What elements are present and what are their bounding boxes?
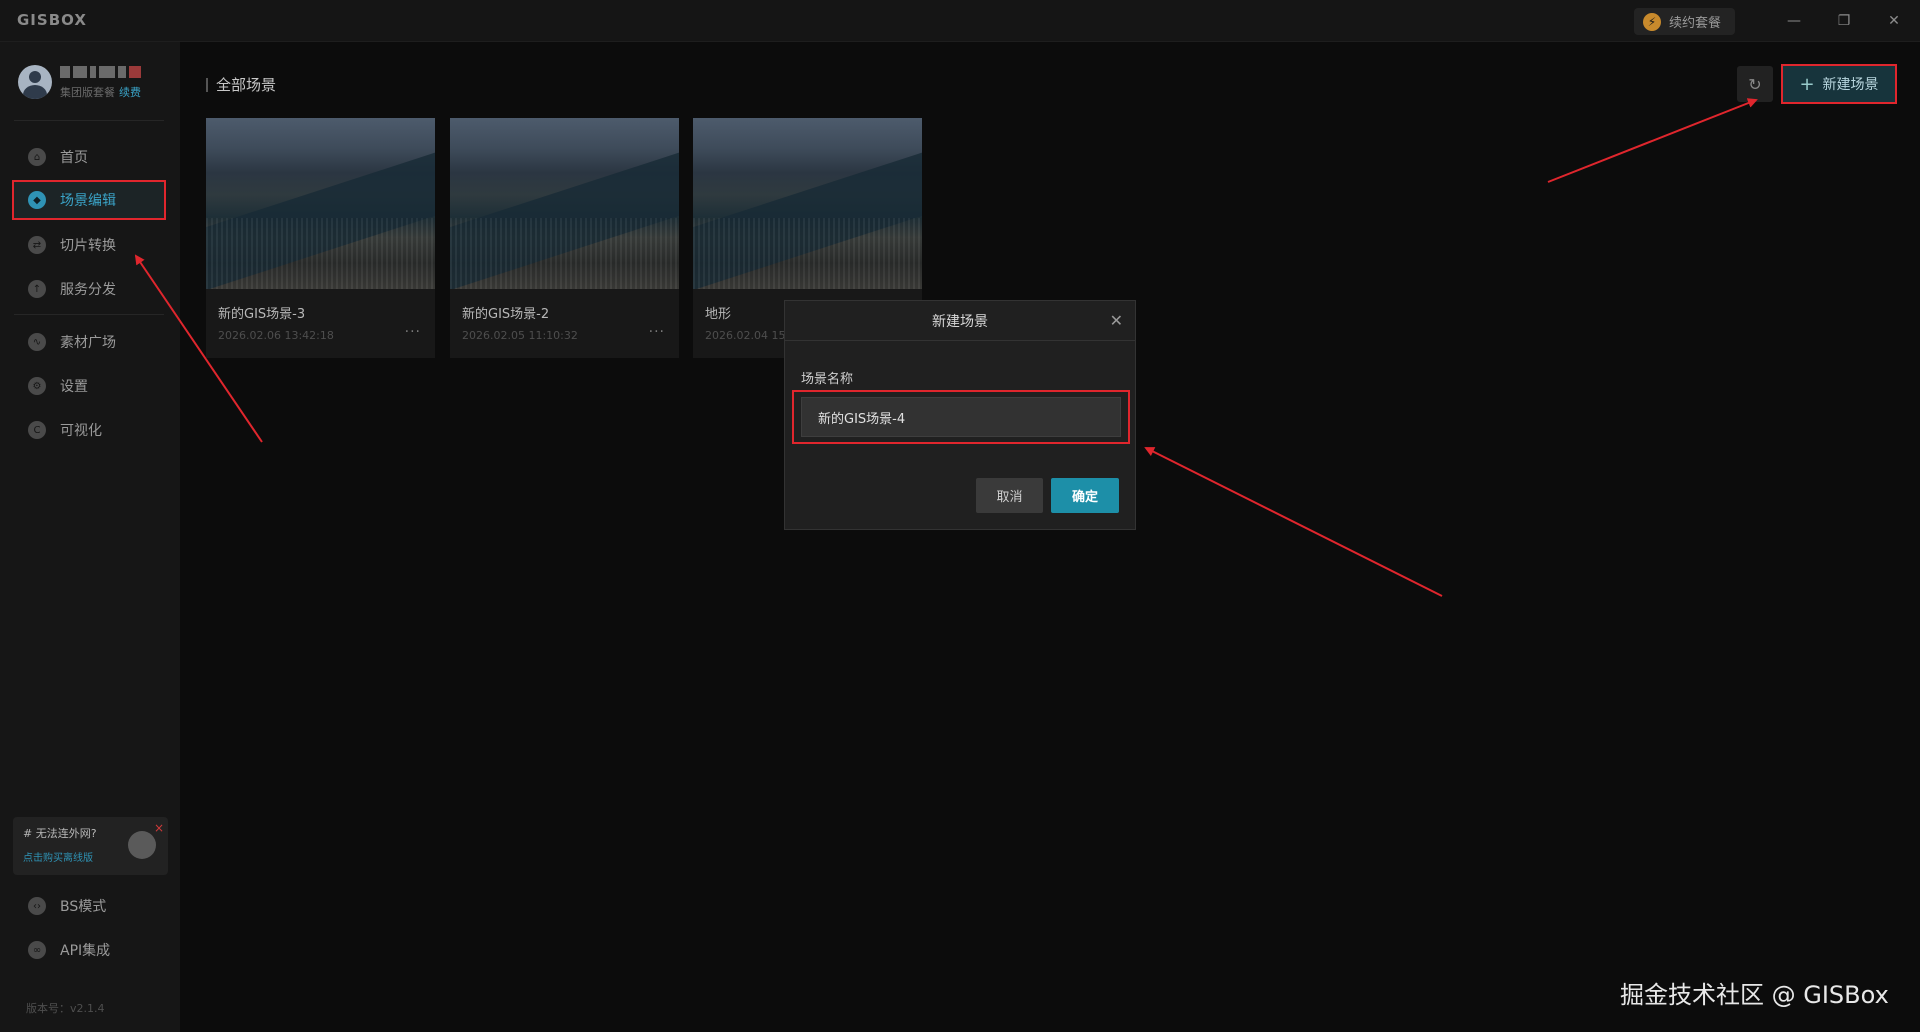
new-scene-button[interactable]: + 新建场景 — [1781, 64, 1897, 104]
version-label: 版本号：v2.1.4 — [26, 1002, 105, 1015]
sidebar-item-label: 设置 — [60, 379, 88, 395]
breadcrumb: 全部场景 — [206, 74, 276, 95]
sidebar-item-label: 场景编辑 — [60, 193, 116, 209]
renew-plan-label: 续约套餐 — [1669, 16, 1722, 31]
sidebar-item-visualization[interactable]: C 可视化 — [12, 410, 166, 450]
offline-promo[interactable]: # 无法连外网? 点击购买离线版 — [13, 817, 168, 875]
cube-icon: ◆ — [28, 191, 46, 209]
sidebar-item-service-publish[interactable]: ↑ 服务分发 — [12, 269, 166, 309]
convert-icon: ⇄ — [28, 236, 46, 254]
scene-name: 新的GIS场景-3 — [218, 307, 306, 322]
sidebar-item-label: API集成 — [60, 943, 111, 959]
scene-card[interactable]: 新的GIS场景-3 2026.02.06 13:42:18 ··· — [206, 118, 435, 358]
sidebar: 集团版套餐 续费 ⌂ 首页 ◆ 场景编辑 ⇄ 切片转换 ↑ 服务分发 ∿ 素材广场… — [0, 42, 180, 1032]
renew-plan-button[interactable]: ⚡ 续约套餐 — [1634, 8, 1735, 35]
avatar — [18, 65, 52, 99]
scene-card[interactable]: 新的GIS场景-2 2026.02.05 11:10:32 ··· — [450, 118, 679, 358]
app-logo: GISBOX — [17, 11, 87, 29]
sidebar-item-label: 首页 — [60, 150, 88, 166]
close-window-button[interactable]: ✕ — [1883, 10, 1905, 32]
renew-link[interactable]: 续费 — [119, 86, 141, 99]
watermark: 掘金技术社区 @ GISBox — [1620, 981, 1889, 1009]
dialog-header: 新建场景 ✕ — [785, 301, 1135, 341]
dialog-title: 新建场景 — [932, 313, 988, 330]
sidebar-item-label: BS模式 — [60, 899, 107, 915]
main-content: 全部场景 ↻ + 新建场景 新的GIS场景-3 2026.02.06 13:42… — [180, 42, 1920, 1032]
close-icon[interactable]: ✕ — [1110, 311, 1123, 330]
sidebar-item-bs-mode[interactable]: ‹› BS模式 — [12, 886, 166, 926]
user-profile[interactable]: 集团版套餐 续费 — [18, 62, 168, 106]
divider — [14, 120, 164, 121]
refresh-icon: ↻ — [1748, 74, 1762, 94]
scene-date: 2026.02.06 13:42:18 — [218, 329, 334, 342]
divider — [14, 314, 164, 315]
sidebar-item-label: 切片转换 — [60, 238, 116, 254]
plan-label: 集团版套餐 — [60, 86, 115, 99]
sidebar-item-home[interactable]: ⌂ 首页 — [12, 137, 166, 177]
cancel-button[interactable]: 取消 — [976, 478, 1043, 513]
sidebar-item-scene-edit[interactable]: ◆ 场景编辑 — [12, 180, 166, 220]
scene-name-label: 场景名称 — [801, 372, 854, 387]
new-scene-label: 新建场景 — [1822, 77, 1879, 93]
scene-thumbnail — [693, 118, 922, 289]
plan-info: 集团版套餐 续费 — [60, 84, 141, 100]
username-redacted — [60, 64, 160, 80]
scene-name-field-highlight — [792, 390, 1130, 444]
sidebar-item-assets[interactable]: ∿ 素材广场 — [12, 322, 166, 362]
gear-icon: ⚙ — [28, 377, 46, 395]
lightning-icon: ⚡ — [1643, 12, 1661, 31]
scene-name: 新的GIS场景-2 — [462, 307, 550, 322]
more-options-icon[interactable]: ··· — [649, 324, 665, 340]
visual-icon: C — [28, 421, 46, 439]
home-icon: ⌂ — [28, 148, 46, 166]
satellite-dish-icon — [128, 821, 164, 859]
scene-date: 2026.02.04 15: — [705, 329, 790, 342]
sidebar-item-tile-convert[interactable]: ⇄ 切片转换 — [12, 225, 166, 265]
scene-thumbnail — [450, 118, 679, 289]
page-title: 全部场景 — [216, 76, 277, 94]
restore-button[interactable]: ❐ — [1833, 10, 1855, 32]
title-bar: GISBOX ⚡ 续约套餐 — ❐ ✕ — [0, 0, 1920, 42]
link-icon: ∞ — [28, 941, 46, 959]
confirm-button[interactable]: 确定 — [1051, 478, 1119, 513]
scene-name-input[interactable] — [801, 397, 1121, 437]
sidebar-item-label: 可视化 — [60, 423, 102, 439]
scene-thumbnail — [206, 118, 435, 289]
scene-date: 2026.02.05 11:10:32 — [462, 329, 578, 342]
sidebar-item-api[interactable]: ∞ API集成 — [12, 930, 166, 970]
sidebar-item-settings[interactable]: ⚙ 设置 — [12, 366, 166, 406]
chart-icon: ∿ — [28, 333, 46, 351]
sidebar-item-label: 素材广场 — [60, 335, 116, 351]
more-options-icon[interactable]: ··· — [405, 324, 421, 340]
scene-name: 地形 — [705, 307, 732, 322]
code-icon: ‹› — [28, 897, 46, 915]
upload-icon: ↑ — [28, 280, 46, 298]
minimize-button[interactable]: — — [1783, 10, 1805, 32]
refresh-button[interactable]: ↻ — [1737, 66, 1773, 102]
sidebar-item-label: 服务分发 — [60, 282, 116, 298]
plus-icon: + — [1799, 73, 1815, 95]
new-scene-dialog: 新建场景 ✕ 场景名称 取消 确定 — [784, 300, 1136, 530]
